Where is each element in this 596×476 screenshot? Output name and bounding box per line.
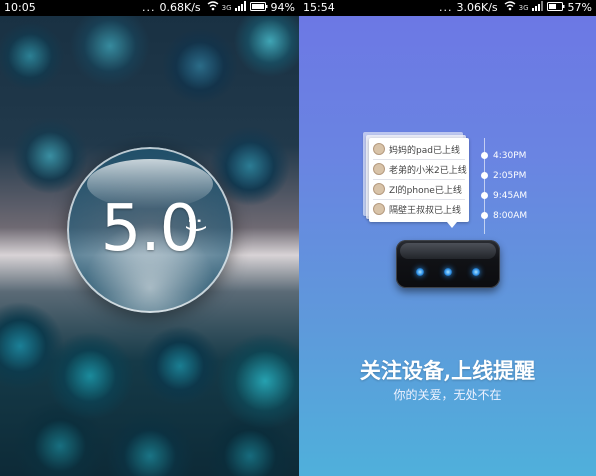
router-icon: [396, 240, 500, 288]
battery-icon: [546, 0, 565, 16]
timeline-dot: [481, 152, 488, 159]
timeline-dot: [481, 212, 488, 219]
router-top-panel: [400, 243, 496, 259]
signal-type: 3G: [221, 3, 232, 12]
splash-screen-right: 15:54 ... 3.06K/s 3G 57% 妈妈的pad已上线 老弟的小米…: [299, 0, 596, 476]
network-speed: 0.68K/s: [159, 1, 201, 14]
avatar: [373, 203, 385, 215]
led-light: [472, 268, 480, 276]
wifi-icon: [207, 0, 219, 16]
notification-text: 老弟的小米2已上线: [389, 165, 467, 176]
led-light: [444, 268, 452, 276]
timeline-time: 2:05PM: [493, 171, 527, 181]
list-item: Zl的phone已上线: [373, 180, 465, 198]
timeline-time: 4:30PM: [493, 151, 527, 161]
battery-percent: 57%: [567, 1, 592, 14]
splash-screen-left: 10:05 ... 0.68K/s 3G 94% 5.0 :): [0, 0, 299, 476]
signal-icon: [531, 0, 543, 16]
status-time: 10:05: [4, 1, 36, 14]
battery-icon: [249, 0, 268, 16]
timeline-dot: [481, 192, 488, 199]
feature-subline: 你的关爱，无处不在: [393, 388, 502, 402]
avatar: [373, 183, 385, 195]
list-item: 隔壁王叔叔已上线: [373, 200, 465, 218]
signal-icon: [234, 0, 246, 16]
status-bar: 15:54 ... 3.06K/s 3G 57%: [299, 0, 596, 16]
signal-type: 3G: [518, 3, 529, 12]
status-time: 15:54: [303, 1, 335, 14]
wifi-icon: [504, 0, 516, 16]
version-bubble: 5.0 :): [67, 147, 233, 313]
list-item: 老弟的小米2已上线: [373, 160, 467, 178]
smiley-icon: :): [183, 217, 208, 233]
network-speed: 3.06K/s: [456, 1, 498, 14]
led-light: [416, 268, 424, 276]
notification-text: 妈妈的pad已上线: [389, 145, 460, 156]
feature-headline: 关注设备,上线提醒: [359, 358, 536, 383]
timeline-dot: [481, 172, 488, 179]
status-bar: 10:05 ... 0.68K/s 3G 94%: [0, 0, 299, 16]
timeline-time: 8:00AM: [493, 211, 528, 221]
status-dots: ...: [142, 1, 156, 14]
avatar: [373, 163, 385, 175]
version-number: 5.0: [100, 192, 201, 266]
avatar: [373, 143, 385, 155]
notification-text: 隔壁王叔叔已上线: [389, 205, 462, 216]
timeline-time: 9:45AM: [493, 191, 528, 201]
card-pointer: [447, 222, 457, 228]
battery-percent: 94%: [270, 1, 295, 14]
list-item: 妈妈的pad已上线: [373, 140, 465, 158]
status-dots: ...: [439, 1, 453, 14]
notification-text: Zl的phone已上线: [389, 185, 462, 196]
notification-card: 妈妈的pad已上线 老弟的小米2已上线 Zl的phone已上线 隔壁王叔叔已上线: [369, 138, 469, 228]
